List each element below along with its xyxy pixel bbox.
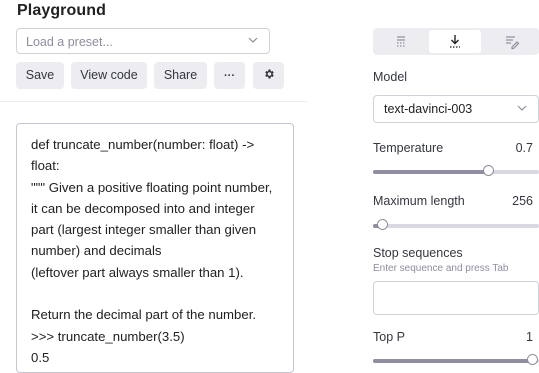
model-label: Model xyxy=(373,70,408,84)
top-p-slider[interactable] xyxy=(373,354,539,365)
temperature-label: Temperature xyxy=(373,141,444,155)
share-button[interactable]: Share xyxy=(154,62,207,89)
complete-mode-button[interactable] xyxy=(374,28,428,55)
page-title: Playground xyxy=(17,2,107,19)
view-code-button[interactable]: View code xyxy=(71,62,147,89)
edit-mode-button[interactable] xyxy=(484,28,538,55)
mode-selector xyxy=(373,28,539,55)
temperature-slider[interactable] xyxy=(373,165,539,176)
temperature-value: 0.7 xyxy=(515,141,533,155)
chevron-down-icon xyxy=(247,34,259,49)
chevron-down-icon xyxy=(516,102,528,117)
insert-mode-button[interactable] xyxy=(429,30,481,53)
save-button[interactable]: Save xyxy=(16,62,64,89)
max-length-value: 256 xyxy=(512,194,533,208)
preset-select[interactable]: Load a preset... xyxy=(16,28,270,54)
top-p-value: 1 xyxy=(526,330,533,344)
insert-mode-icon xyxy=(450,35,460,48)
slider-thumb[interactable] xyxy=(483,165,495,176)
slider-thumb[interactable] xyxy=(377,219,389,230)
slider-fill xyxy=(373,170,490,174)
model-value: text-davinci-003 xyxy=(384,102,473,116)
gear-icon xyxy=(263,68,275,82)
more-options-button[interactable]: ··· xyxy=(214,62,245,89)
top-p-label: Top P xyxy=(373,330,405,344)
stop-sequences-label: Stop sequences xyxy=(373,246,463,260)
stop-sequences-input[interactable] xyxy=(373,281,539,315)
max-length-label: Maximum length xyxy=(373,194,465,208)
slider-thumb[interactable] xyxy=(527,354,538,365)
model-select[interactable]: text-davinci-003 xyxy=(373,95,539,123)
ellipsis-icon: ··· xyxy=(224,70,235,82)
stop-sequences-hint: Enter sequence and press Tab xyxy=(373,263,509,274)
divider xyxy=(0,101,307,102)
max-length-slider[interactable] xyxy=(373,219,539,230)
slider-fill xyxy=(373,359,533,363)
settings-button[interactable] xyxy=(253,62,284,89)
prompt-editor[interactable]: def truncate_number(number: float) -> fl… xyxy=(16,123,294,373)
complete-mode-icon xyxy=(397,36,405,47)
preset-placeholder: Load a preset... xyxy=(26,35,113,49)
edit-mode-icon xyxy=(506,36,520,50)
